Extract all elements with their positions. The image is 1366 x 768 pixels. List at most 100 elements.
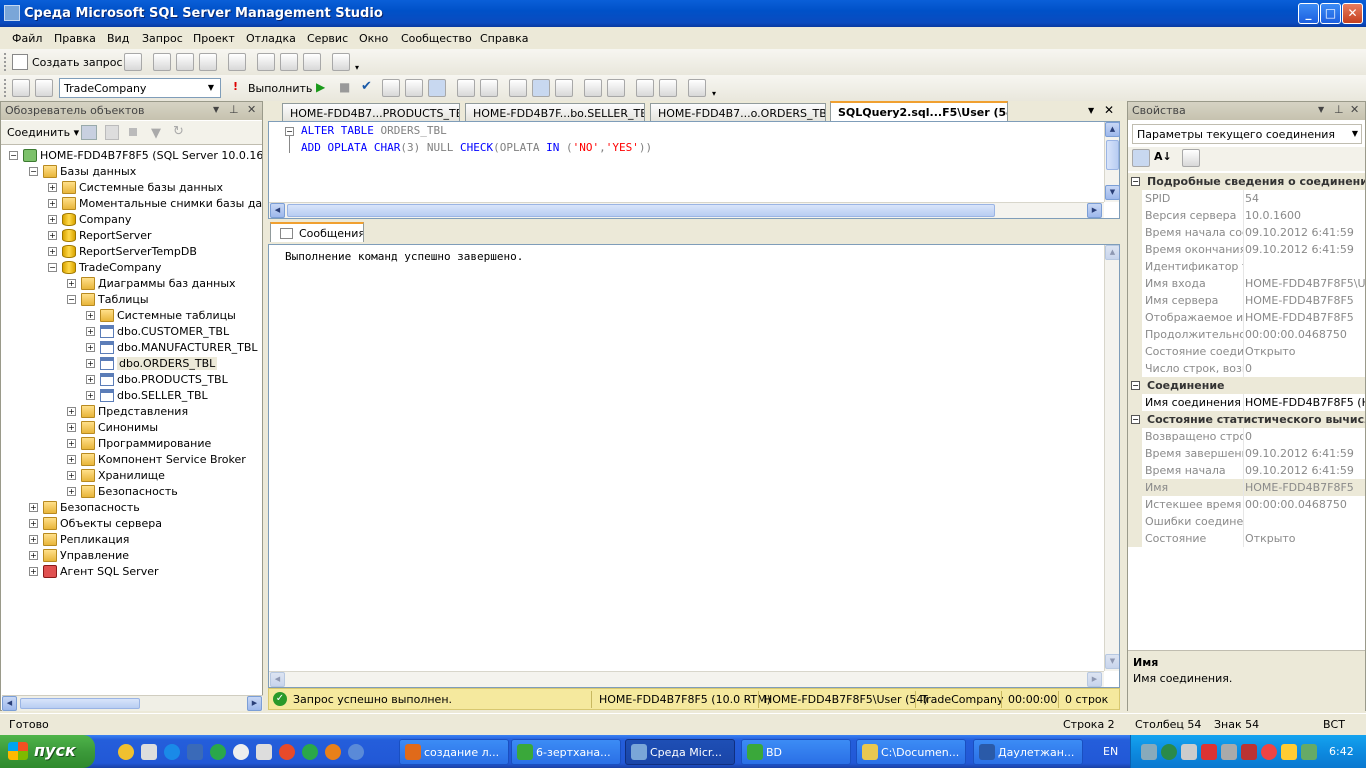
ie-icon[interactable] bbox=[164, 744, 180, 760]
query-designer-icon[interactable] bbox=[405, 79, 423, 97]
results-file-icon[interactable] bbox=[555, 79, 573, 97]
close-button[interactable]: ✕ bbox=[1342, 3, 1363, 24]
tab-messages[interactable]: Сообщения bbox=[270, 222, 364, 242]
property-row[interactable]: Отображаемое имяHOME-FDD4B7F8F5 bbox=[1128, 309, 1365, 326]
property-row[interactable]: Ошибки соединени bbox=[1128, 513, 1365, 530]
expand-icon[interactable]: + bbox=[29, 551, 38, 560]
tray-icon-5[interactable] bbox=[1221, 744, 1237, 760]
new-file-icon[interactable] bbox=[124, 53, 142, 71]
menu-community[interactable]: Сообщество bbox=[401, 32, 472, 45]
editor-vertical-scrollbar[interactable]: ▲ ▼ bbox=[1104, 122, 1120, 202]
property-row[interactable]: Имя соединения HOME-FDD4B7F8F5 (HOM bbox=[1128, 394, 1365, 411]
expand-icon[interactable]: + bbox=[48, 247, 57, 256]
property-row[interactable]: Версия сервера 10.0.1600 bbox=[1128, 207, 1365, 224]
property-row[interactable]: Имя HOME-FDD4B7F8F5 bbox=[1128, 479, 1365, 496]
expand-icon[interactable]: + bbox=[67, 423, 76, 432]
change-connection-icon[interactable] bbox=[35, 79, 53, 97]
connect-server-icon[interactable] bbox=[81, 125, 97, 140]
quicklaunch-icon-6[interactable] bbox=[233, 744, 249, 760]
expand-icon[interactable]: + bbox=[48, 231, 57, 240]
expand-icon[interactable]: + bbox=[86, 359, 95, 368]
expand-icon[interactable]: + bbox=[86, 343, 95, 352]
increase-indent-icon[interactable] bbox=[659, 79, 677, 97]
specify-values-icon[interactable] bbox=[688, 79, 706, 97]
tray-icon-4[interactable] bbox=[1201, 744, 1217, 760]
activity-monitor-icon[interactable] bbox=[332, 53, 350, 71]
panel-dropdown-icon[interactable]: ▼ bbox=[213, 105, 219, 114]
scroll-right-icon[interactable]: ▶ bbox=[1087, 672, 1102, 687]
property-row[interactable]: Продолжительност00:00:00.0468750 bbox=[1128, 326, 1365, 343]
scroll-right-icon[interactable]: ▶ bbox=[1087, 203, 1102, 218]
show-desktop-icon[interactable] bbox=[187, 744, 203, 760]
start-button[interactable]: пуск bbox=[0, 735, 95, 768]
execute-button[interactable]: Выполнить bbox=[248, 82, 312, 95]
property-category[interactable]: −Состояние статистического вычисления bbox=[1128, 411, 1365, 428]
scroll-thumb[interactable] bbox=[287, 204, 995, 217]
quicklaunch-icon-11[interactable] bbox=[348, 744, 364, 760]
taskbar-task[interactable]: создание л... bbox=[399, 739, 509, 765]
include-plan-icon[interactable] bbox=[457, 79, 475, 97]
quicklaunch-icon-2[interactable] bbox=[141, 744, 157, 760]
toolbar-overflow-icon[interactable]: ▾ bbox=[355, 63, 359, 72]
collapse-icon[interactable]: − bbox=[1131, 177, 1140, 186]
property-row[interactable]: Время завершения09.10.2012 6:41:59 bbox=[1128, 445, 1365, 462]
tray-icon-9[interactable] bbox=[1301, 744, 1317, 760]
scroll-up-icon[interactable]: ▲ bbox=[1105, 122, 1120, 137]
panel-close-icon[interactable]: ✕ bbox=[1350, 103, 1359, 116]
new-query-button[interactable]: Создать запрос bbox=[32, 56, 123, 69]
expand-icon[interactable]: + bbox=[48, 199, 57, 208]
client-stats-icon[interactable] bbox=[480, 79, 498, 97]
property-row[interactable]: Время начала 09.10.2012 6:41:59 bbox=[1128, 462, 1365, 479]
editor-horizontal-scrollbar[interactable]: ◀ ▶ bbox=[269, 202, 1104, 218]
expand-icon[interactable]: + bbox=[29, 503, 38, 512]
property-row[interactable]: Время начала соед09.10.2012 6:41:59 bbox=[1128, 224, 1365, 241]
tab-sqlquery2[interactable]: SQLQuery2.sql...F5\User (54))* bbox=[830, 101, 1008, 121]
property-pages-icon[interactable] bbox=[1182, 149, 1200, 167]
expand-icon[interactable]: + bbox=[29, 567, 38, 576]
property-category[interactable]: − Соединение bbox=[1128, 377, 1365, 394]
quicklaunch-icon-5[interactable] bbox=[210, 744, 226, 760]
menu-debug[interactable]: Отладка bbox=[246, 32, 296, 45]
collapse-icon[interactable]: − bbox=[9, 151, 18, 160]
tray-icon-8[interactable] bbox=[1281, 744, 1297, 760]
taskbar-task[interactable]: C:\Documen... bbox=[856, 739, 966, 765]
scroll-thumb[interactable] bbox=[20, 698, 140, 709]
open-folder-icon[interactable] bbox=[257, 53, 275, 71]
mdx-query-icon[interactable] bbox=[153, 53, 171, 71]
collapse-icon[interactable]: − bbox=[1131, 415, 1140, 424]
menu-project[interactable]: Проект bbox=[193, 32, 235, 45]
menu-query[interactable]: Запрос bbox=[142, 32, 183, 45]
property-row[interactable]: Возвращено строк 0 bbox=[1128, 428, 1365, 445]
alphabetical-icon[interactable]: A↓ bbox=[1154, 150, 1172, 163]
results-horizontal-scrollbar[interactable]: ◀ ▶ bbox=[269, 671, 1104, 687]
expand-icon[interactable]: + bbox=[48, 183, 57, 192]
quicklaunch-icon-7[interactable] bbox=[256, 744, 272, 760]
uncomment-icon[interactable] bbox=[607, 79, 625, 97]
property-row[interactable]: Состояние Открыто bbox=[1128, 530, 1365, 547]
expand-icon[interactable]: + bbox=[67, 407, 76, 416]
taskbar-task[interactable]: Среда Micr... bbox=[625, 739, 735, 765]
property-row[interactable]: Имя сервера HOME-FDD4B7F8F5 bbox=[1128, 292, 1365, 309]
collapse-icon[interactable]: − bbox=[1131, 381, 1140, 390]
tray-icon-7[interactable] bbox=[1261, 744, 1277, 760]
expand-icon[interactable]: + bbox=[86, 391, 95, 400]
pin-icon[interactable]: ⊥ bbox=[229, 103, 239, 116]
collapse-icon[interactable]: − bbox=[285, 127, 294, 136]
menu-file[interactable]: Файл bbox=[12, 32, 42, 45]
ce-query-icon[interactable] bbox=[228, 53, 246, 71]
maximize-button[interactable]: □ bbox=[1320, 3, 1341, 24]
tab-seller-tbl[interactable]: HOME-FDD4B7F...bo.SELLER_TBL bbox=[465, 103, 645, 121]
quicklaunch-icon-1[interactable] bbox=[118, 744, 134, 760]
property-row[interactable]: Состояние соединеОткрыто bbox=[1128, 343, 1365, 360]
property-row[interactable]: Число строк, возвр0 bbox=[1128, 360, 1365, 377]
comment-icon[interactable] bbox=[584, 79, 602, 97]
pin-icon[interactable]: ⊥ bbox=[1334, 103, 1344, 116]
results-vertical-scrollbar[interactable]: ▲ ▼ bbox=[1104, 245, 1120, 671]
decrease-indent-icon[interactable] bbox=[636, 79, 654, 97]
debug-play-icon[interactable]: ▶ bbox=[316, 80, 325, 94]
properties-object-select[interactable]: Параметры текущего соединения ▼ bbox=[1132, 124, 1362, 144]
database-select[interactable]: TradeCompany ▼ bbox=[59, 78, 221, 98]
refresh-icon[interactable]: ↻ bbox=[173, 124, 184, 139]
scroll-down-icon[interactable]: ▼ bbox=[1105, 185, 1120, 200]
scroll-thumb[interactable] bbox=[1106, 140, 1119, 170]
